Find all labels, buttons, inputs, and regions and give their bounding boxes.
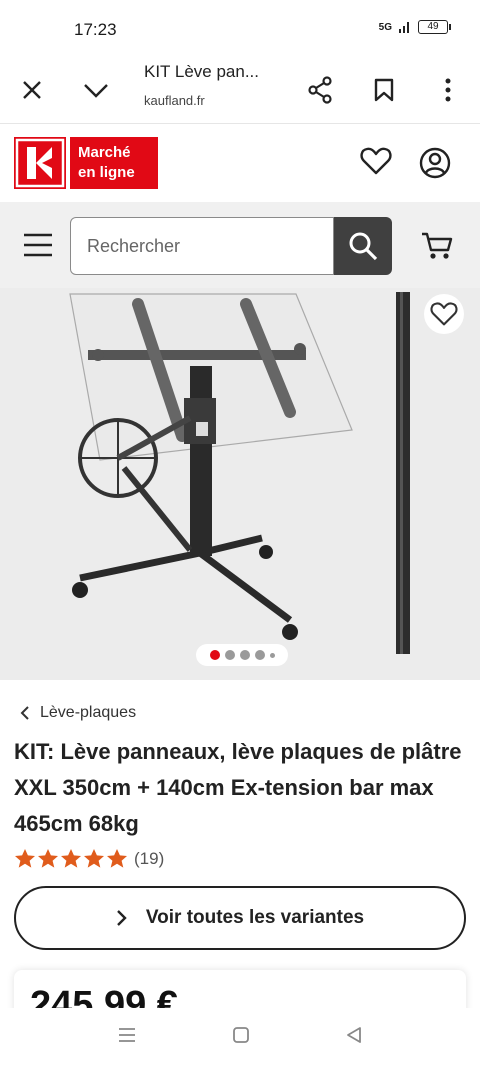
bookmark-icon bbox=[374, 78, 394, 102]
more-vertical-icon bbox=[445, 78, 451, 102]
tab-title: KIT Lève pan... bbox=[144, 62, 259, 81]
user-icon bbox=[419, 147, 451, 179]
cart-icon bbox=[422, 232, 453, 259]
account-button[interactable] bbox=[418, 146, 452, 180]
star-icon bbox=[38, 849, 58, 868]
more-menu-button[interactable] bbox=[428, 70, 468, 110]
gallery-dot[interactable] bbox=[269, 652, 275, 658]
expand-button[interactable] bbox=[76, 70, 116, 110]
star-icon bbox=[15, 849, 35, 868]
heart-icon bbox=[430, 302, 458, 326]
network-label: 5G bbox=[378, 21, 392, 33]
tab-url: kaufland.fr bbox=[144, 93, 205, 108]
product-info: Lève-plaques KIT: Lève panneaux, lève pl… bbox=[0, 680, 480, 1030]
product-title: KIT: Lève panneaux, lève plaques de plât… bbox=[14, 739, 462, 836]
product-gallery[interactable] bbox=[0, 288, 480, 680]
review-count: (19) bbox=[134, 848, 165, 868]
logo-k-icon bbox=[15, 138, 65, 188]
favorite-button[interactable] bbox=[424, 294, 464, 334]
status-time: 17:23 bbox=[74, 20, 117, 39]
gallery-dot[interactable] bbox=[209, 650, 220, 660]
wishlist-button[interactable] bbox=[360, 146, 394, 180]
battery-level: 49 bbox=[427, 21, 439, 32]
star-icon bbox=[61, 849, 81, 868]
recent-apps-button[interactable] bbox=[117, 1026, 137, 1049]
search-icon bbox=[349, 232, 378, 261]
battery-icon: 49 bbox=[418, 20, 451, 34]
heart-icon bbox=[360, 147, 392, 175]
hamburger-icon bbox=[24, 233, 52, 257]
gallery-pagination[interactable] bbox=[196, 644, 288, 666]
chevron-down-icon bbox=[84, 84, 108, 98]
cart-button[interactable] bbox=[420, 230, 454, 264]
star-icon bbox=[107, 849, 127, 868]
chevron-left-icon bbox=[20, 706, 29, 720]
home-button[interactable] bbox=[231, 1025, 251, 1050]
back-icon bbox=[347, 1027, 361, 1043]
star-icon bbox=[84, 849, 104, 868]
recent-apps-icon bbox=[119, 1028, 135, 1042]
view-variants-label: Voir toutes les variantes bbox=[145, 907, 365, 928]
bookmark-button[interactable] bbox=[364, 70, 404, 110]
share-icon bbox=[308, 76, 332, 104]
logo-text: Marché en ligne bbox=[70, 137, 158, 189]
menu-button[interactable] bbox=[22, 232, 56, 260]
breadcrumb-label: Lève-plaques bbox=[40, 704, 137, 721]
gallery-dot[interactable] bbox=[254, 650, 265, 660]
logo-mark bbox=[14, 137, 66, 189]
system-nav-bar bbox=[0, 1008, 480, 1067]
product-image bbox=[69, 292, 410, 654]
gallery-dot[interactable] bbox=[239, 650, 250, 660]
kaufland-logo[interactable]: Marché en ligne bbox=[14, 137, 158, 189]
chevron-right-icon bbox=[117, 910, 127, 926]
site-header: Marché en ligne bbox=[0, 124, 480, 202]
close-tab-button[interactable] bbox=[12, 70, 52, 110]
search-bar: Rechercher bbox=[0, 202, 480, 288]
gallery-dot[interactable] bbox=[224, 650, 235, 660]
close-icon bbox=[23, 81, 41, 99]
back-button[interactable] bbox=[345, 1025, 363, 1050]
status-bar: 17:23 5G 49 bbox=[0, 0, 480, 58]
status-icons: 5G 49 bbox=[378, 20, 451, 34]
signal-icon bbox=[399, 22, 409, 33]
product-rating[interactable]: (19) bbox=[14, 848, 164, 869]
view-variants-button[interactable]: Voir toutes les variantes bbox=[14, 886, 466, 950]
home-icon bbox=[233, 1027, 249, 1043]
share-button[interactable] bbox=[300, 70, 340, 110]
search-button[interactable] bbox=[334, 217, 392, 275]
rating-stars bbox=[14, 848, 128, 869]
breadcrumb[interactable]: Lève-plaques bbox=[20, 704, 136, 722]
search-input[interactable]: Rechercher bbox=[70, 217, 334, 275]
